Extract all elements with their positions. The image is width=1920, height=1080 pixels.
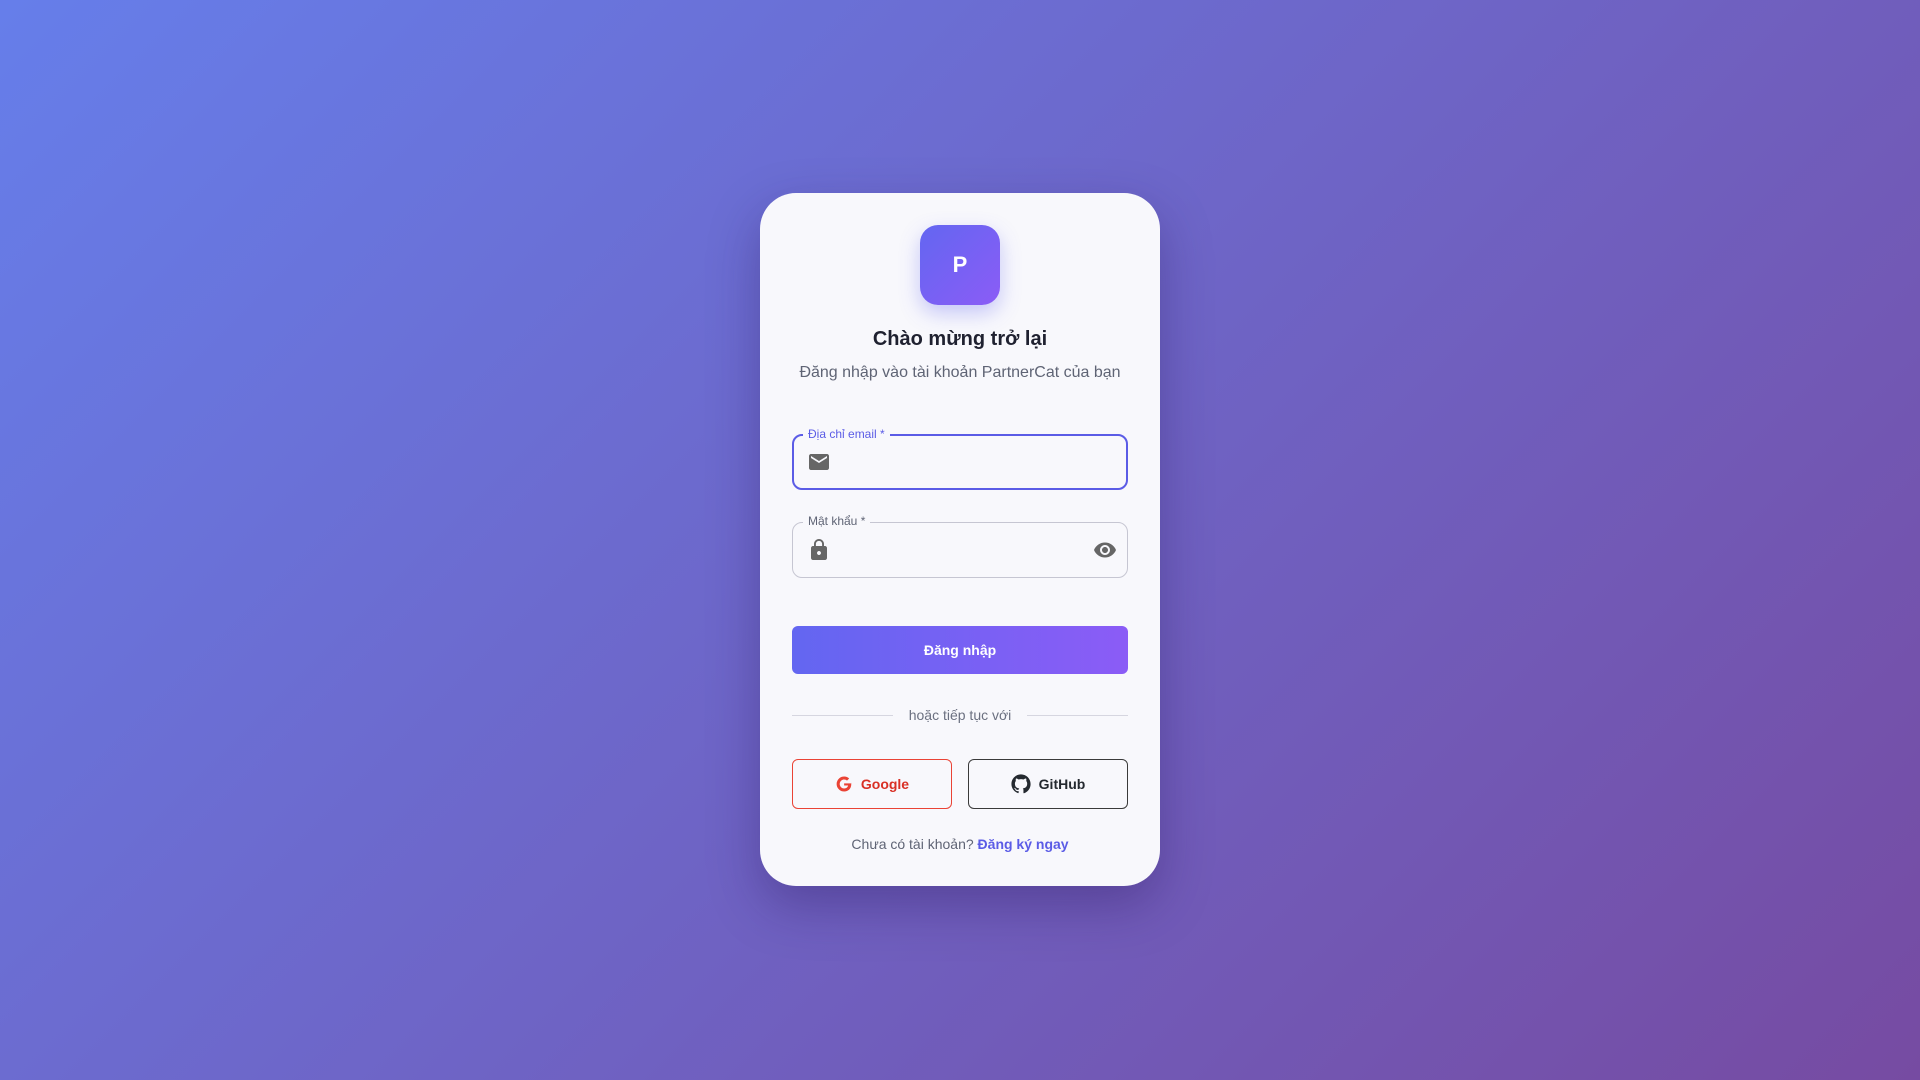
signup-row: Chưa có tài khoản? Đăng ký ngay [760, 836, 1160, 852]
login-button[interactable]: Đăng nhập [792, 626, 1128, 674]
login-card: P Chào mừng trở lại Đăng nhập vào tài kh… [760, 193, 1160, 886]
page-subtitle: Đăng nhập vào tài khoản PartnerCat của b… [799, 364, 1121, 381]
github-login-button[interactable]: GitHub [968, 759, 1128, 809]
app-logo: P [920, 225, 1000, 305]
page-title: Chào mừng trở lại [872, 328, 1048, 350]
divider-line-left [792, 714, 893, 716]
google-login-button[interactable]: Google [792, 759, 952, 809]
google-label: Google [860, 776, 910, 792]
logo-letter: P [952, 252, 968, 277]
password-input[interactable] [841, 523, 1079, 577]
email-input[interactable] [842, 436, 1078, 488]
mail-icon [807, 450, 831, 474]
signup-link[interactable]: Đăng ký ngay [978, 836, 1069, 852]
google-icon [836, 776, 852, 792]
email-field[interactable]: Địa chỉ email * [792, 427, 1128, 490]
signup-prompt: Chưa có tài khoản? [851, 836, 978, 852]
lock-icon [807, 538, 831, 562]
divider-line-right [1027, 714, 1129, 716]
toggle-password-visibility-button[interactable] [1091, 536, 1119, 564]
divider-text: hoặc tiếp tục với [908, 707, 1012, 723]
password-field[interactable]: Mật khẩu * [792, 514, 1128, 578]
github-label: GitHub [1038, 776, 1086, 792]
divider: hoặc tiếp tục với [792, 707, 1129, 723]
github-icon [1011, 774, 1031, 794]
eye-icon [1094, 542, 1116, 558]
